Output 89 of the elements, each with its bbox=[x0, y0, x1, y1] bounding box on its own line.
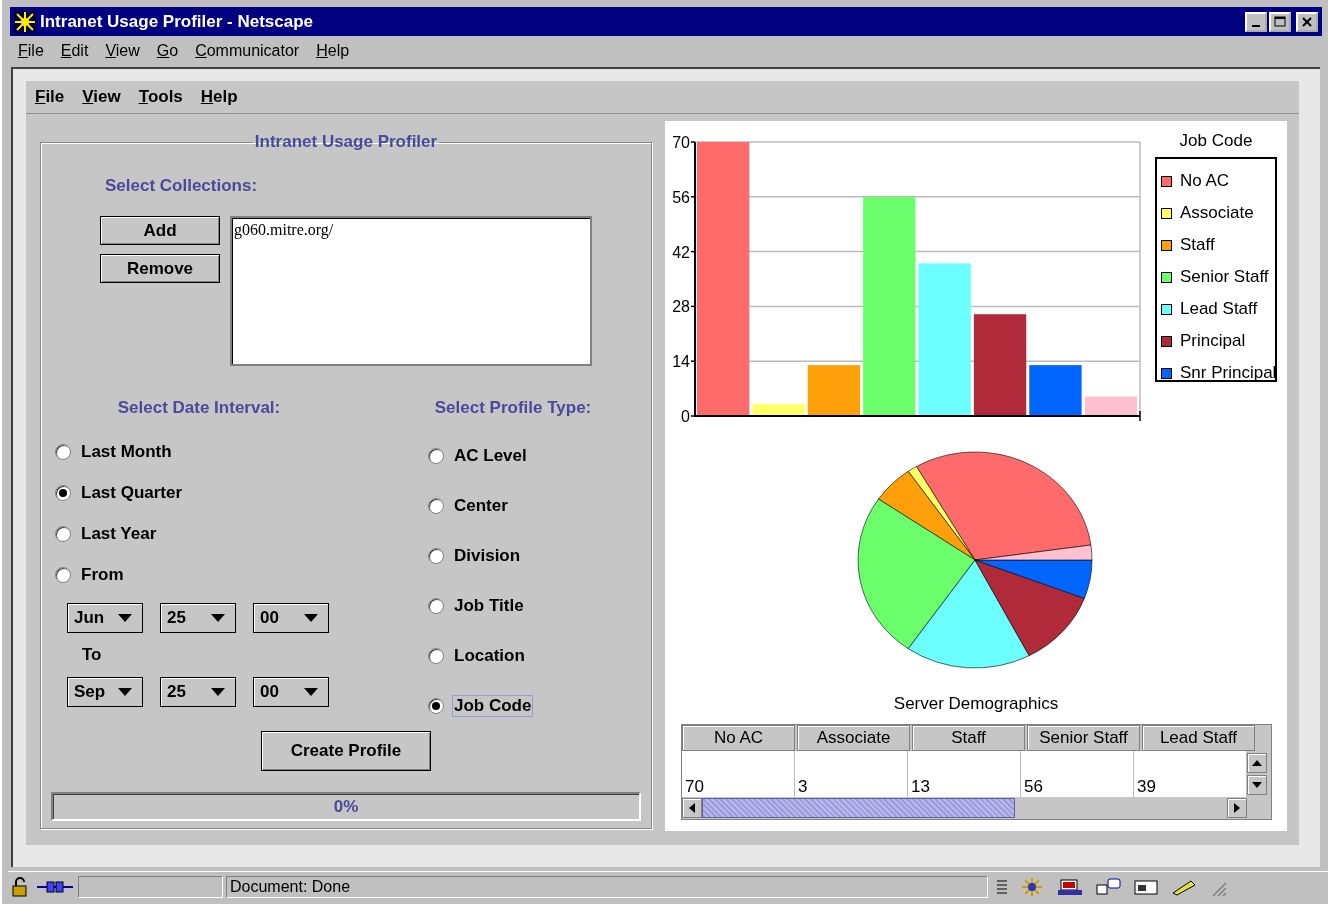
close-button[interactable] bbox=[1296, 11, 1318, 32]
lines-icon bbox=[995, 877, 1009, 897]
table-cell: 56 bbox=[1021, 751, 1134, 797]
scroll-left-button[interactable] bbox=[682, 798, 702, 818]
dropdown[interactable]: 00 bbox=[253, 677, 329, 707]
tick-label: 70 bbox=[672, 134, 690, 151]
legend-label: Staff bbox=[1180, 235, 1215, 255]
menu-item[interactable]: Edit bbox=[60, 42, 89, 60]
chart-caption: Server Demographics bbox=[892, 694, 1060, 714]
radio-button[interactable]: From bbox=[55, 554, 355, 595]
menu-item[interactable]: Communicator bbox=[195, 42, 300, 60]
column-header[interactable]: No AC bbox=[682, 725, 795, 751]
column-header[interactable]: Staff bbox=[912, 725, 1025, 751]
menu-item[interactable]: View bbox=[105, 42, 140, 60]
right-arrow-icon bbox=[1234, 803, 1240, 813]
menu-item[interactable]: Tools bbox=[138, 87, 183, 107]
maximize-button[interactable] bbox=[1269, 11, 1291, 32]
menu-item[interactable]: File bbox=[35, 87, 65, 107]
radio-button[interactable]: Division bbox=[428, 531, 598, 581]
star-icon bbox=[14, 10, 36, 33]
menu-item[interactable]: Help bbox=[200, 87, 238, 107]
menu-item[interactable]: Go bbox=[156, 42, 179, 60]
legend-title: Job Code bbox=[1178, 131, 1254, 151]
dropdown[interactable]: 00 bbox=[253, 603, 329, 633]
caret-icon bbox=[118, 614, 132, 622]
tick-label: 42 bbox=[672, 243, 690, 261]
dropdown[interactable]: 25 bbox=[160, 677, 236, 707]
tick-label: 0 bbox=[681, 408, 690, 425]
caret-icon bbox=[211, 688, 225, 696]
section-heading: Select Collections: bbox=[105, 176, 259, 196]
horizontal-scrollbar[interactable] bbox=[682, 797, 1247, 819]
tick-label: 28 bbox=[672, 298, 690, 316]
section-heading: Select Date Interval: bbox=[116, 398, 282, 418]
scroll-right-button[interactable] bbox=[1227, 798, 1247, 818]
vertical-scrollbar[interactable] bbox=[1247, 751, 1269, 797]
radio-button[interactable]: Center bbox=[428, 481, 598, 531]
close-icon bbox=[1301, 15, 1313, 28]
column-header[interactable]: Senior Staff bbox=[1027, 725, 1140, 751]
list-item[interactable]: g060.mitre.org/ bbox=[234, 221, 588, 239]
column-header[interactable]: Associate bbox=[797, 725, 910, 751]
menu-item[interactable]: View bbox=[82, 87, 121, 107]
down-arrow-icon bbox=[1252, 782, 1262, 788]
up-arrow-icon bbox=[1252, 760, 1262, 766]
legend-label: Principal bbox=[1180, 331, 1246, 351]
status-text: Document: Done bbox=[226, 876, 988, 898]
left-arrow-icon bbox=[689, 803, 695, 813]
collection-list[interactable]: g060.mitre.org/ bbox=[230, 216, 592, 366]
radio-button[interactable]: Job Code bbox=[428, 681, 598, 731]
radio-button[interactable]: Location bbox=[428, 631, 598, 681]
dropdown[interactable]: Sep bbox=[67, 677, 143, 707]
scroll-up-button[interactable] bbox=[1247, 753, 1267, 773]
table-cell: 13 bbox=[908, 751, 1021, 797]
radio-button[interactable]: Job Title bbox=[428, 581, 598, 631]
caret-icon bbox=[118, 688, 132, 696]
dropdown[interactable]: Jun bbox=[67, 603, 143, 633]
window-title: Intranet Usage Profiler - Netscape bbox=[40, 11, 315, 32]
tick-label: 14 bbox=[672, 353, 690, 371]
minimize-icon bbox=[1252, 24, 1260, 27]
create-profile-button[interactable]: Create Profile bbox=[261, 731, 431, 771]
table-cell: 3 bbox=[795, 751, 908, 797]
maximize-icon bbox=[1274, 15, 1286, 28]
caret-icon bbox=[304, 614, 318, 622]
chat-icon[interactable] bbox=[1093, 877, 1123, 897]
progress-reading: 0% bbox=[333, 796, 359, 817]
dropdown[interactable]: 25 bbox=[160, 603, 236, 633]
legend-label: Senior Staff bbox=[1180, 267, 1269, 287]
legend-label: No AC bbox=[1180, 171, 1230, 191]
radio-button[interactable]: Last Quarter bbox=[55, 472, 355, 513]
tick-label: 56 bbox=[672, 188, 690, 206]
panel-title: Intranet Usage Profiler bbox=[253, 134, 439, 150]
legend-label: Associate bbox=[1180, 203, 1254, 223]
radio-button[interactable]: AC Level bbox=[428, 431, 598, 481]
caret-icon bbox=[211, 614, 225, 622]
legend-label: Snr Principal bbox=[1180, 363, 1277, 383]
scroll-down-button[interactable] bbox=[1247, 775, 1267, 795]
table-cell: 70 bbox=[682, 751, 795, 797]
radio-button[interactable]: Last Month bbox=[55, 431, 355, 472]
caret-icon bbox=[304, 688, 318, 696]
column-header[interactable]: Lead Staff bbox=[1142, 725, 1255, 751]
legend-label: Lead Staff bbox=[1180, 299, 1258, 319]
menu-item[interactable]: Help bbox=[316, 42, 350, 60]
to-label: To bbox=[82, 645, 103, 666]
collection-button[interactable]: Remove bbox=[100, 254, 220, 283]
radio-button[interactable]: Last Year bbox=[55, 513, 355, 554]
section-heading: Select Profile Type: bbox=[433, 398, 593, 418]
scroll-thumb[interactable] bbox=[702, 798, 1015, 818]
collection-button[interactable]: Add bbox=[100, 216, 220, 245]
minimize-button[interactable] bbox=[1245, 11, 1267, 32]
menu-item[interactable]: File bbox=[18, 42, 44, 60]
